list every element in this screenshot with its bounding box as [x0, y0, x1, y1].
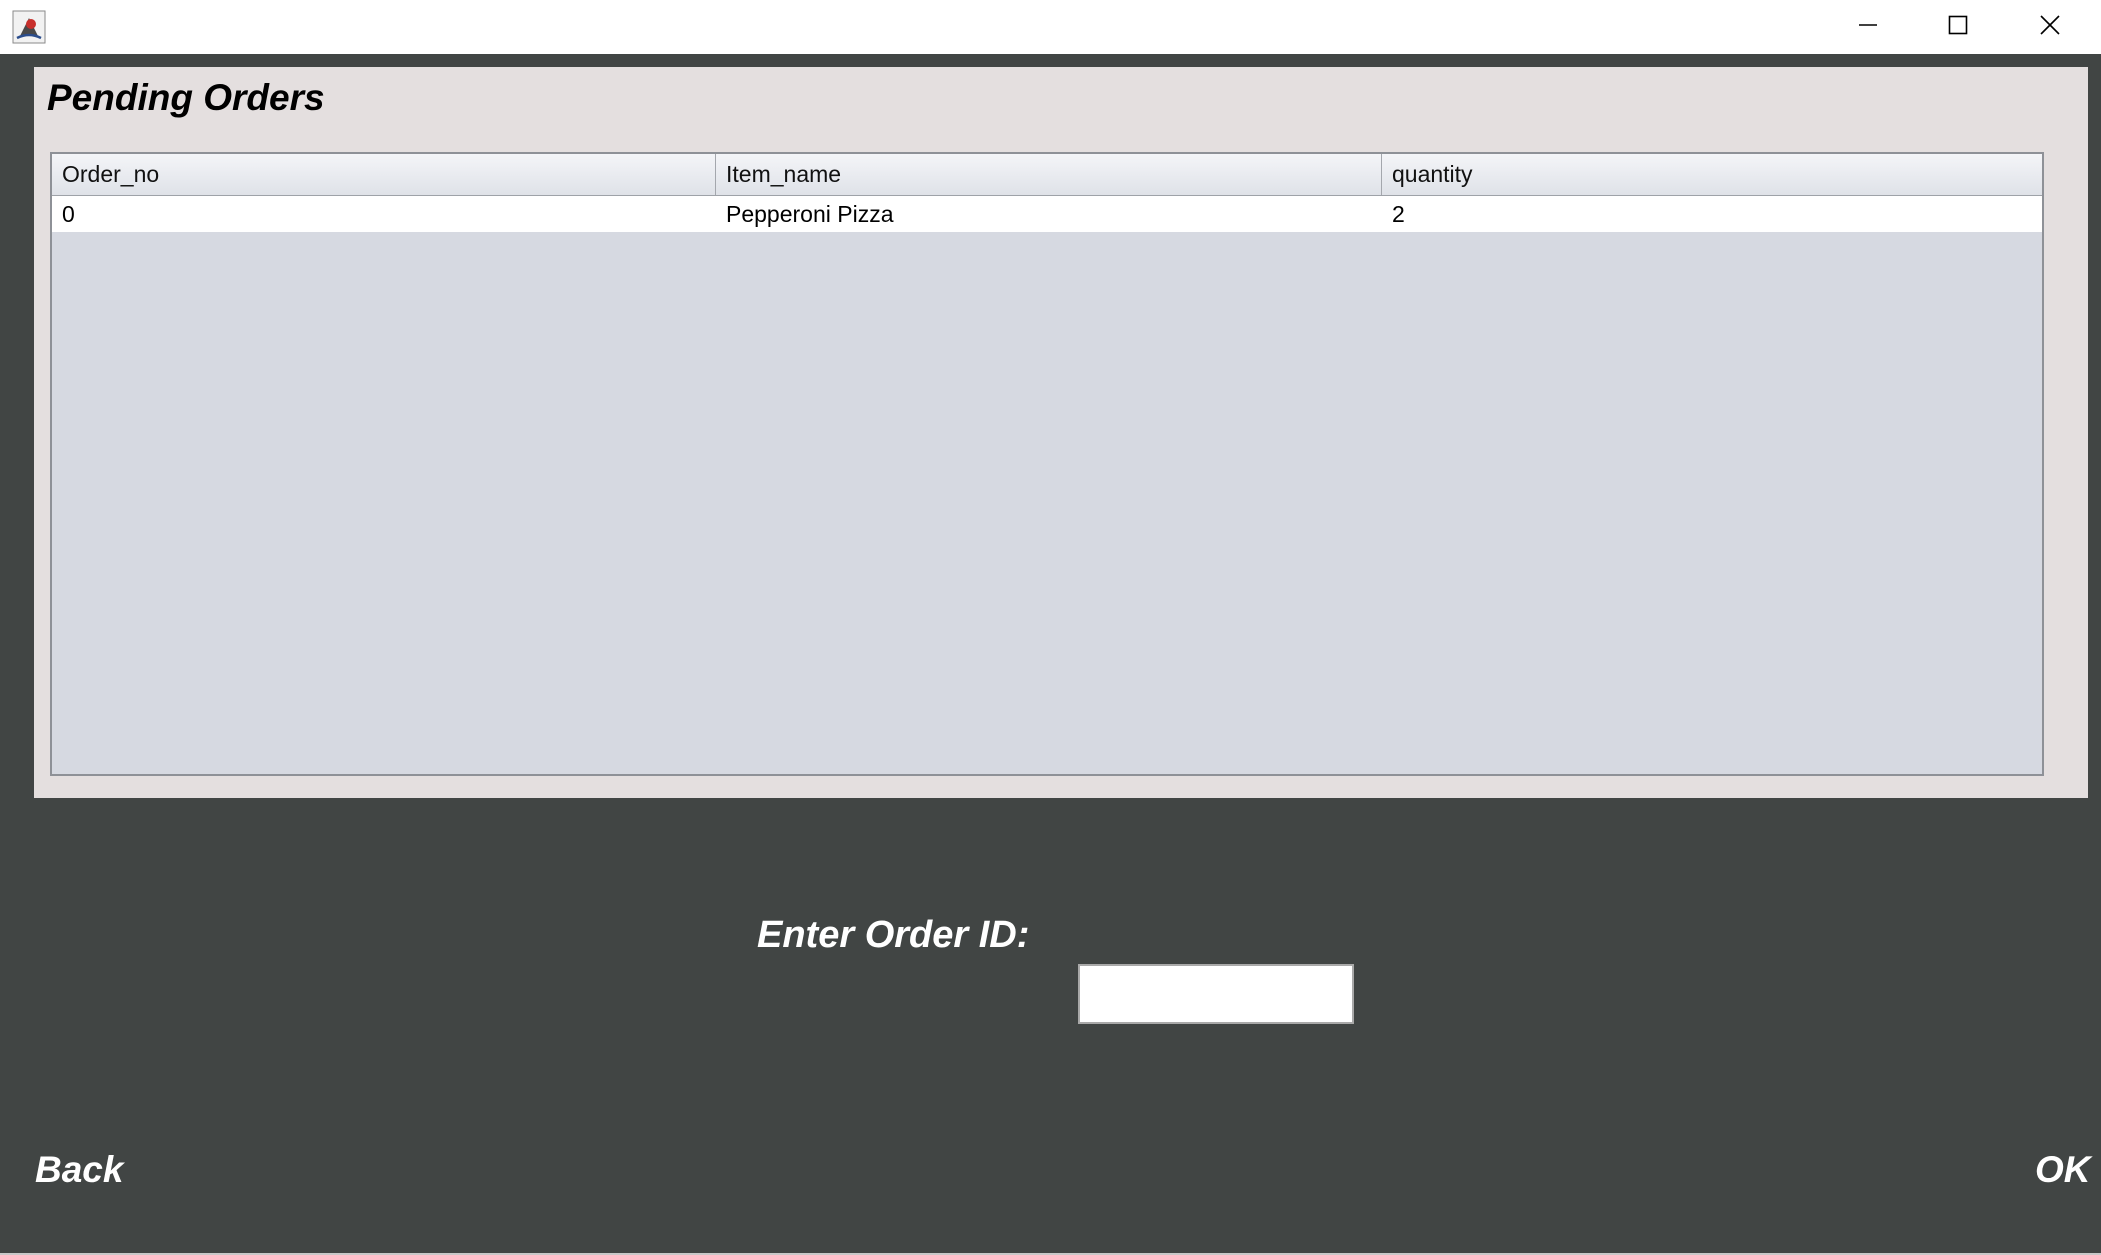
table-row[interactable]: 0 Pepperoni Pizza 2	[52, 196, 2042, 232]
cell-item-name[interactable]: Pepperoni Pizza	[716, 196, 1382, 232]
java-app-icon	[12, 10, 46, 44]
order-id-label: Enter Order ID:	[757, 914, 1030, 956]
column-header-item-name[interactable]: Item_name	[716, 154, 1382, 195]
maximize-icon	[1948, 15, 1968, 40]
ok-button[interactable]: OK	[2035, 1149, 2091, 1191]
title-bar	[0, 0, 2101, 54]
orders-table[interactable]: Order_no Item_name quantity 0 Pepperoni …	[50, 152, 2044, 776]
maximize-button[interactable]	[1913, 0, 2003, 54]
pending-orders-panel: Pending Orders Order_no Item_name quanti…	[34, 67, 2088, 798]
back-button[interactable]: Back	[35, 1149, 123, 1191]
minimize-button[interactable]	[1823, 0, 1913, 54]
cell-order-no[interactable]: 0	[52, 196, 716, 232]
minimize-icon	[1858, 15, 1878, 40]
column-header-quantity[interactable]: quantity	[1382, 154, 2042, 195]
cell-quantity[interactable]: 2	[1382, 196, 2042, 232]
content-area: Pending Orders Order_no Item_name quanti…	[0, 54, 2101, 1253]
column-header-order-no[interactable]: Order_no	[52, 154, 716, 195]
app-window: Pending Orders Order_no Item_name quanti…	[0, 0, 2101, 1255]
order-id-input[interactable]	[1078, 964, 1354, 1024]
close-icon	[2039, 14, 2061, 41]
table-header: Order_no Item_name quantity	[52, 154, 2042, 196]
close-button[interactable]	[2005, 0, 2095, 54]
panel-title: Pending Orders	[47, 77, 325, 118]
